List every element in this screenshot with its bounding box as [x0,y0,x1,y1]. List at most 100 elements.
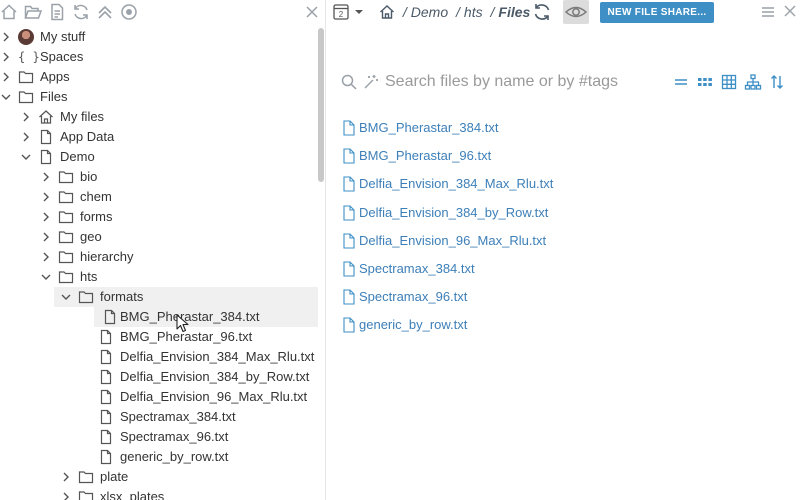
file-link[interactable]: Delfia_Envision_384_Max_Rlu.txt [359,172,553,196]
view-selector[interactable]: 2 [333,3,369,21]
chevron-right-icon[interactable] [20,107,32,127]
file-link[interactable]: Delfia_Envision_96_Max_Rlu.txt [359,229,546,253]
chevron-right-icon[interactable] [40,167,52,187]
tree-item-app-data[interactable]: App Data [0,127,320,147]
tree-file-item[interactable]: Delfia_Envision_384_by_Row.txt [0,367,320,387]
table-view-icon[interactable] [721,74,737,90]
refresh-icon[interactable] [72,3,90,21]
file-icon [343,317,355,333]
file-link[interactable]: Spectramax_384.txt [359,257,475,281]
tree-item-xlsx-plates[interactable]: xlsx_plates [0,487,320,500]
tree-item-spaces[interactable]: { } Spaces [0,47,320,67]
chevron-right-icon[interactable] [20,127,32,147]
close-icon[interactable] [783,4,797,18]
grid-view-icon[interactable] [697,74,713,90]
tree-file-item[interactable]: Spectramax_96.txt [0,427,320,447]
open-folder-icon[interactable] [24,3,43,21]
avatar [18,29,34,45]
folder-icon [58,169,74,185]
chevron-right-icon[interactable] [40,247,52,267]
tree-item-bio[interactable]: bio [0,167,320,187]
tree-view-icon[interactable] [744,74,762,90]
home-icon[interactable] [379,4,395,20]
tree-item-my-files[interactable]: My files [0,107,320,127]
tree-item-label: My stuff [40,29,86,44]
tree-item-chem[interactable]: chem [0,187,320,207]
file-link[interactable]: BMG_Pherastar_96.txt [359,144,491,168]
tree-item-label: formats [100,289,144,304]
file-link[interactable]: BMG_Pherastar_384.txt [359,116,498,140]
file-link[interactable]: Spectramax_96.txt [359,285,467,309]
file-link[interactable]: Delfia_Envision_384_by_Row.txt [359,201,548,225]
file-list-item[interactable]: Spectramax_96.txt [341,285,781,313]
chevron-right-icon[interactable] [0,67,12,87]
tree-item-label: Apps [40,69,70,84]
tree-file-item[interactable]: BMG_Pherastar_96.txt [0,327,320,347]
file-link[interactable]: generic_by_row.txt [359,313,467,337]
tree-item-label: Spectramax_384.txt [120,409,236,424]
tree-file-item[interactable]: Spectramax_384.txt [0,407,320,427]
tree-item-label: hts [80,269,98,284]
tree-item-label: App Data [60,129,115,144]
chevron-right-icon[interactable] [60,487,72,500]
tree-file-item[interactable]: BMG_Pherastar_384.txt [94,307,318,327]
chevron-right-icon[interactable] [40,187,52,207]
circle-dot-icon[interactable] [120,3,138,21]
tree-file-item[interactable]: Delfia_Envision_384_Max_Rlu.txt [0,347,320,367]
list-view-icon[interactable] [673,74,689,90]
folder-icon [18,89,34,105]
tree-item-label: Demo [60,149,95,164]
file-tree-panel: My stuff { } Spaces Apps Files My files App Da… [0,0,326,500]
new-file-share-button[interactable]: NEW FILE SHARE... [600,2,714,23]
tree-item-my-stuff[interactable]: My stuff [0,27,320,47]
collapse-all-icon[interactable] [96,3,114,21]
file-list: BMG_Pherastar_384.txt BMG_Pherastar_96.tx… [341,116,781,342]
breadcrumb-item-demo[interactable]: Demo [411,4,448,20]
tree-item-forms[interactable]: forms [0,207,320,227]
file-icon [343,176,355,192]
tree-scrollbar[interactable] [318,28,324,182]
chevron-right-icon[interactable] [40,207,52,227]
file-icon [98,449,114,465]
chevron-right-icon[interactable] [0,27,12,47]
tree-item-formats[interactable]: formats [54,287,318,307]
preview-toggle-button[interactable] [563,0,589,24]
close-icon[interactable] [303,3,321,21]
folder-icon [58,229,74,245]
tree-item-apps[interactable]: Apps [0,67,320,87]
file-tree: My stuff { } Spaces Apps Files My files App Da… [0,27,320,500]
tree-file-item[interactable]: generic_by_row.txt [0,447,320,467]
tree-item-files[interactable]: Files [0,87,320,107]
tree-file-item[interactable]: Delfia_Envision_96_Max_Rlu.txt [0,387,320,407]
tree-item-label: geo [80,229,102,244]
file-list-item[interactable]: BMG_Pherastar_96.txt [341,144,781,172]
refresh-icon[interactable] [532,2,552,22]
tree-item-geo[interactable]: geo [0,227,320,247]
chevron-right-icon[interactable] [60,467,72,487]
document-icon[interactable] [48,3,66,21]
menu-icon[interactable] [761,5,775,19]
home-icon[interactable] [0,3,18,21]
chevron-down-icon[interactable] [20,147,32,167]
file-list-item[interactable]: Spectramax_384.txt [341,257,781,285]
chevron-down-icon[interactable] [0,87,12,107]
file-list-item[interactable]: Delfia_Envision_96_Max_Rlu.txt [341,229,781,257]
chevron-right-icon[interactable] [0,47,12,67]
breadcrumb-item-hts[interactable]: hts [464,4,483,20]
tree-item-demo[interactable]: Demo [0,147,320,167]
search-input[interactable] [385,70,665,94]
file-list-item[interactable]: Delfia_Envision_384_Max_Rlu.txt [341,172,781,200]
tree-item-hts[interactable]: hts [0,267,320,287]
file-icon [343,233,355,249]
file-list-item[interactable]: generic_by_row.txt [341,313,781,341]
chevron-down-icon[interactable] [40,267,52,287]
tree-item-plate[interactable]: plate [0,467,320,487]
sort-icon[interactable] [769,74,785,90]
magic-wand-icon[interactable] [363,74,379,90]
tree-item-label: plate [100,469,129,484]
tree-item-hierarchy[interactable]: hierarchy [0,247,320,267]
chevron-right-icon[interactable] [40,227,52,247]
file-list-item[interactable]: Delfia_Envision_384_by_Row.txt [341,201,781,229]
chevron-down-icon[interactable] [60,287,72,307]
file-list-item[interactable]: BMG_Pherastar_384.txt [341,116,781,144]
